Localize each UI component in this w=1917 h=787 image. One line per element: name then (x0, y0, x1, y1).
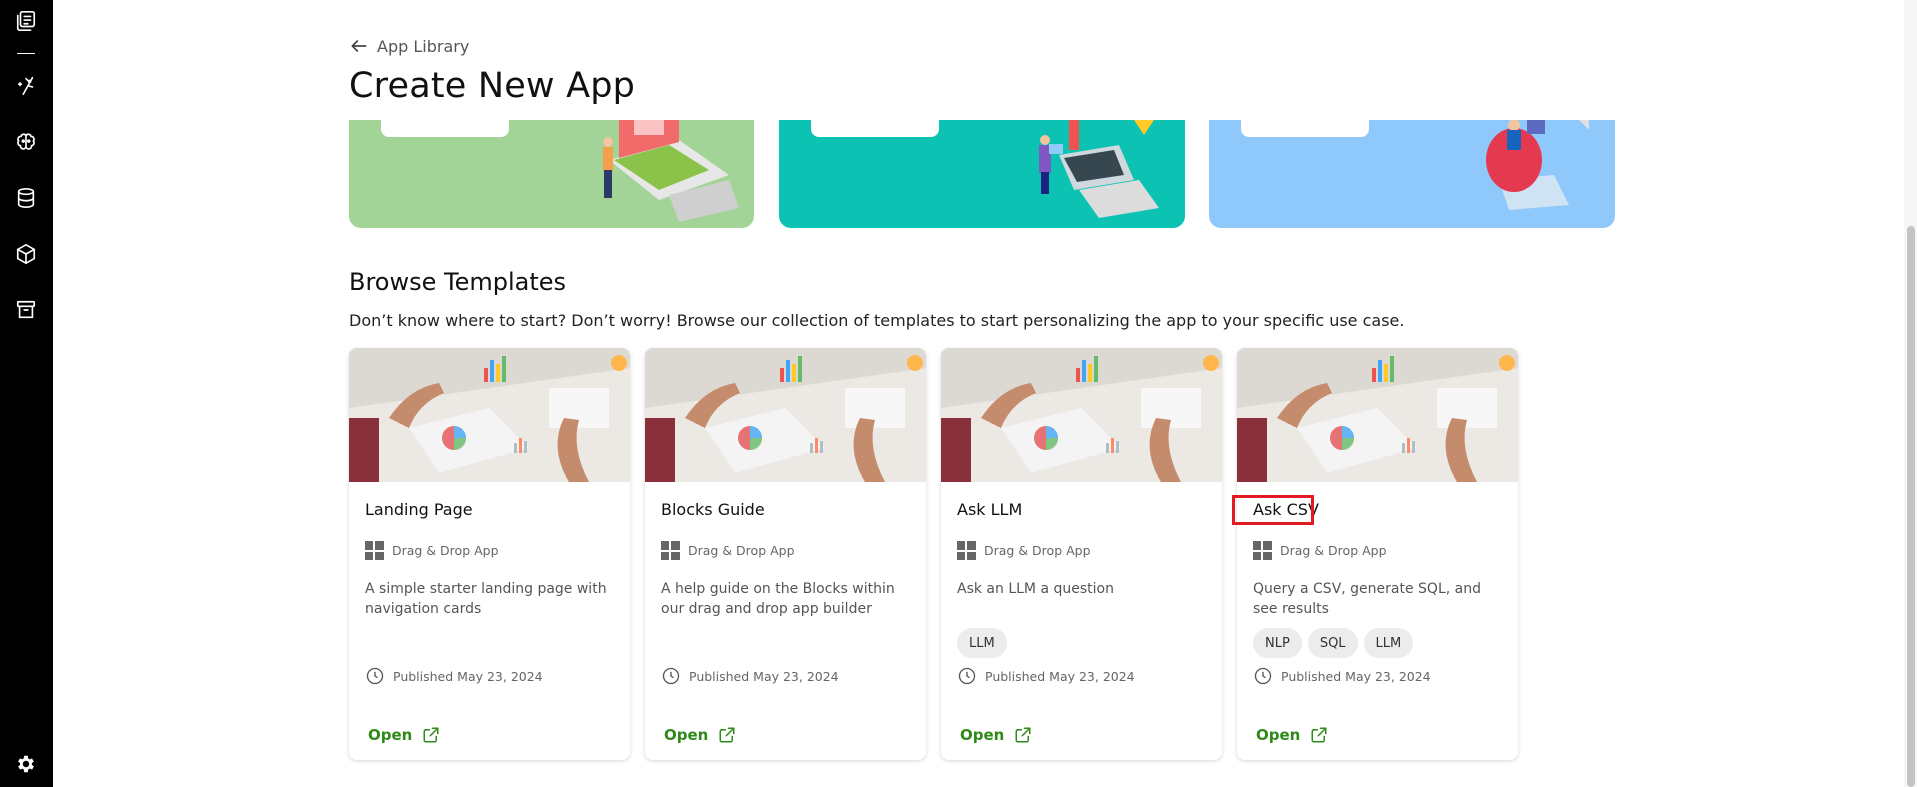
card-type-label: Drag & Drop App (1280, 543, 1387, 558)
template-card[interactable]: Blocks Guide Drag & Drop App A help guid… (645, 348, 926, 760)
open-button-label: Open (664, 726, 709, 744)
person-illustration-icon (1486, 120, 1589, 210)
banner-card-teal[interactable] (779, 120, 1185, 228)
banner-card-green[interactable] (349, 120, 754, 228)
tag-chip: NLP (1253, 628, 1302, 658)
clock-icon (958, 667, 976, 685)
template-card[interactable]: Landing Page Drag & Drop App A simple st… (349, 348, 630, 760)
card-date: Published May 23, 2024 (1253, 666, 1431, 686)
clock-icon (366, 667, 384, 685)
grid-icon (1253, 541, 1272, 560)
card-date-label: Published May 23, 2024 (985, 668, 1135, 684)
open-button[interactable]: Open (368, 726, 440, 744)
library-icon[interactable] (13, 8, 39, 34)
grid-icon (957, 541, 976, 560)
settings-icon[interactable] (13, 751, 39, 777)
card-description: A simple starter landing page with navig… (365, 581, 607, 617)
section-subtitle: Don’t know where to start? Don’t worry! … (349, 311, 1405, 330)
template-card[interactable]: Ask LLM Drag & Drop App Ask an LLM a que… (941, 348, 1222, 760)
arrow-left-icon (351, 40, 367, 52)
card-date: Published May 23, 2024 (957, 666, 1135, 686)
card-title[interactable]: Blocks Guide (661, 500, 765, 519)
tag-chip: LLM (1363, 628, 1414, 658)
archive-icon[interactable] (13, 297, 39, 323)
database-icon[interactable] (13, 185, 39, 211)
card-date: Published May 23, 2024 (365, 666, 543, 686)
page-title: Create New App (349, 66, 636, 106)
highlight-box (1232, 495, 1314, 525)
external-link-icon (1311, 727, 1327, 743)
cube-icon[interactable] (13, 241, 39, 267)
clock-icon (1254, 667, 1272, 685)
banner-card-blue[interactable] (1209, 120, 1615, 228)
open-button[interactable]: Open (664, 726, 736, 744)
card-description: A help guide on the Blocks within our dr… (661, 581, 895, 617)
card-date-label: Published May 23, 2024 (393, 668, 543, 684)
tag-chip: SQL (1307, 628, 1358, 658)
sidebar (0, 0, 53, 787)
grid-icon (365, 541, 384, 560)
open-button[interactable]: Open (1256, 726, 1328, 744)
card-type-label: Drag & Drop App (984, 543, 1091, 558)
clock-icon (662, 667, 680, 685)
tag-chip: LLM (957, 628, 1007, 658)
card-tags: LLM (957, 628, 1007, 658)
card-description: Ask an LLM a question (957, 581, 1114, 597)
card-title[interactable]: Landing Page (365, 500, 473, 519)
template-card[interactable]: Ask CSV Drag & Drop App Query a CSV, gen… (1237, 348, 1518, 760)
magic-icon[interactable] (13, 73, 39, 99)
tablet-illustration-icon (1039, 120, 1159, 218)
card-type-label: Drag & Drop App (688, 543, 795, 558)
card-date-label: Published May 23, 2024 (689, 668, 839, 684)
card-type: Drag & Drop App (1253, 541, 1387, 560)
template-thumbnail-icon (645, 348, 926, 482)
back-link-label: App Library (377, 36, 470, 56)
card-description: Query a CSV, generate SQL, and see resul… (1253, 581, 1481, 617)
grid-icon (661, 541, 680, 560)
card-date-label: Published May 23, 2024 (1281, 668, 1431, 684)
open-button-label: Open (960, 726, 1005, 744)
card-type: Drag & Drop App (661, 541, 795, 560)
template-thumbnail-icon (941, 348, 1222, 482)
external-link-icon (423, 727, 439, 743)
card-type: Drag & Drop App (957, 541, 1091, 560)
back-to-app-library-link[interactable]: App Library (349, 36, 469, 56)
card-date: Published May 23, 2024 (661, 666, 839, 686)
external-link-icon (1015, 727, 1031, 743)
template-thumbnail-icon (1237, 348, 1518, 482)
card-tags: NLP SQL LLM (1253, 628, 1414, 658)
open-button[interactable]: Open (960, 726, 1032, 744)
open-button-label: Open (368, 726, 413, 744)
card-type-label: Drag & Drop App (392, 543, 499, 558)
brain-icon[interactable] (13, 129, 39, 155)
open-button-label: Open (1256, 726, 1301, 744)
template-thumbnail-icon (349, 348, 630, 482)
sidebar-divider (17, 53, 35, 54)
scrollbar-track[interactable] (1904, 0, 1917, 787)
card-title[interactable]: Ask LLM (957, 500, 1022, 519)
external-link-icon (719, 727, 735, 743)
section-title: Browse Templates (349, 268, 567, 296)
card-type: Drag & Drop App (365, 541, 499, 560)
laptop-illustration-icon (603, 120, 739, 222)
scrollbar-thumb[interactable] (1907, 226, 1915, 787)
